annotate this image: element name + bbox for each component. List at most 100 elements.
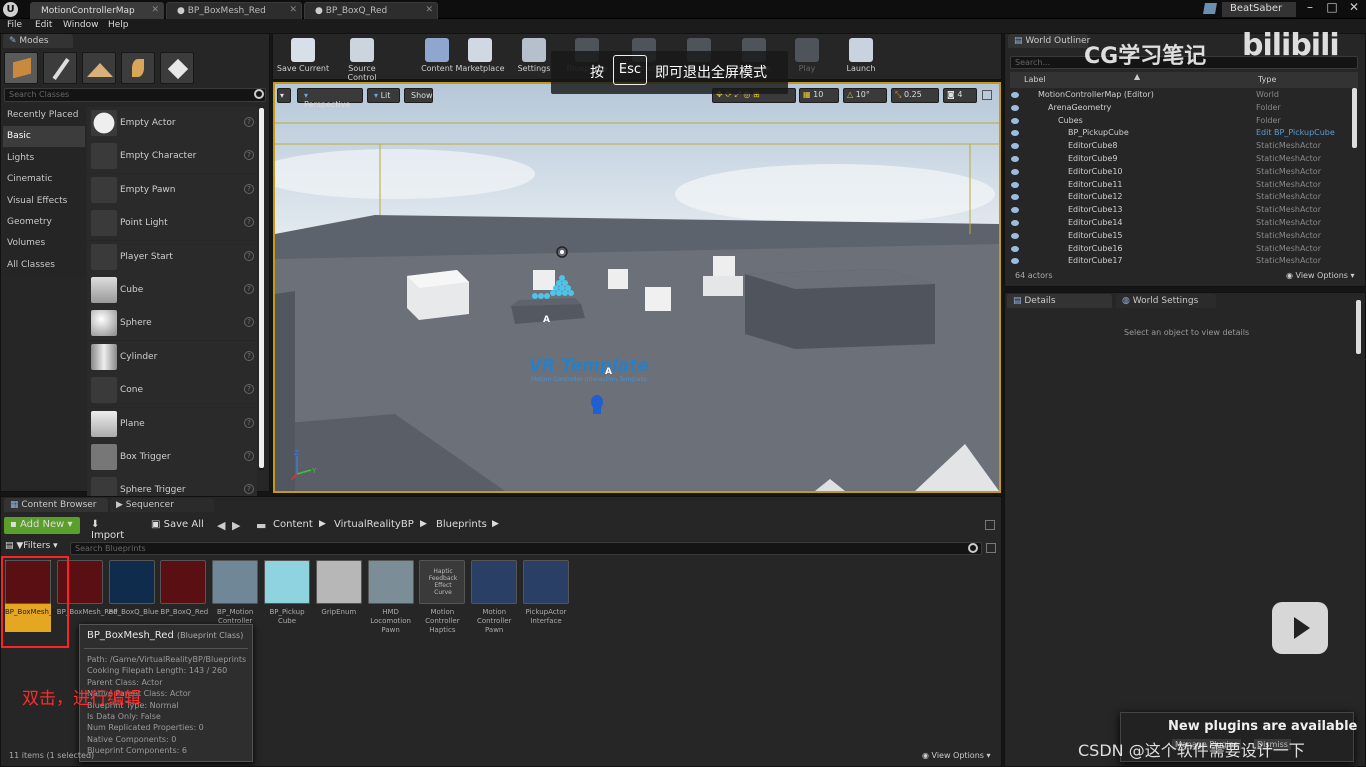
add-new-button[interactable]: ▪ Add New ▾ bbox=[4, 517, 80, 534]
visibility-eye-icon[interactable] bbox=[1011, 232, 1019, 239]
help-icon[interactable]: ? bbox=[244, 451, 254, 461]
category-item[interactable]: Cinematic bbox=[3, 169, 85, 191]
toolbar-button[interactable]: Marketplace bbox=[453, 36, 507, 78]
toolbar-button[interactable]: Launch bbox=[834, 36, 888, 78]
toolbar-button[interactable]: Save Current bbox=[276, 36, 330, 78]
foliage-mode-icon[interactable] bbox=[121, 52, 155, 84]
toolbar-button[interactable]: Play bbox=[780, 36, 834, 78]
help-icon[interactable]: ? bbox=[244, 150, 254, 161]
save-search-icon[interactable] bbox=[986, 543, 996, 553]
close-icon[interactable]: ✕ bbox=[289, 5, 297, 15]
visibility-eye-icon[interactable] bbox=[1011, 104, 1019, 111]
asset-tile[interactable]: HMD Locomotion Pawn bbox=[367, 560, 414, 634]
place-item[interactable]: Empty Pawn? bbox=[87, 173, 257, 207]
category-item[interactable]: All Classes bbox=[3, 254, 85, 276]
asset-tile[interactable]: BP_BoxQ_Blue bbox=[108, 560, 159, 630]
outliner-row[interactable]: MotionControllerMap (Editor) World bbox=[1008, 89, 1360, 102]
help-icon[interactable]: ? bbox=[244, 484, 254, 495]
tab-bp-boxq-red[interactable]: ● BP_BoxQ_Red ✕ bbox=[304, 2, 438, 19]
help-icon[interactable]: ? bbox=[244, 250, 254, 261]
place-item[interactable]: Cone? bbox=[87, 374, 257, 408]
visibility-eye-icon[interactable] bbox=[1011, 194, 1019, 201]
search-classes-input[interactable]: Search Classes bbox=[4, 88, 266, 102]
close-window-button[interactable]: ✕ bbox=[1342, 0, 1366, 17]
visibility-eye-icon[interactable] bbox=[1011, 156, 1019, 162]
viewport-options-button[interactable]: ▾ bbox=[277, 88, 291, 103]
help-icon[interactable]: ? bbox=[244, 284, 254, 294]
visibility-eye-icon[interactable] bbox=[1011, 181, 1019, 188]
menu-help[interactable]: Help bbox=[108, 20, 129, 30]
help-icon[interactable]: ? bbox=[244, 417, 254, 428]
place-mode-icon[interactable] bbox=[4, 52, 38, 84]
close-icon[interactable]: ✕ bbox=[151, 5, 159, 15]
modes-scrollbar[interactable] bbox=[259, 108, 264, 470]
outliner-row[interactable]: EditorCube8 StaticMeshActor bbox=[1008, 140, 1360, 153]
visibility-eye-icon[interactable] bbox=[1011, 258, 1019, 265]
category-item[interactable]: Visual Effects bbox=[3, 190, 85, 212]
outliner-row[interactable]: Cubes Folder bbox=[1008, 115, 1360, 128]
place-item[interactable]: Sphere? bbox=[87, 307, 257, 341]
menu-edit[interactable]: Edit bbox=[35, 20, 52, 30]
place-item[interactable]: Point Light? bbox=[87, 207, 257, 241]
category-item[interactable]: Volumes bbox=[3, 233, 85, 255]
help-icon[interactable]: ? bbox=[244, 217, 254, 228]
lock-icon[interactable] bbox=[985, 520, 995, 530]
help-icon[interactable]: ? bbox=[244, 350, 254, 361]
filters-button[interactable]: ▤ ▼Filters ▾ bbox=[5, 541, 58, 551]
outliner-row[interactable]: EditorCube17 StaticMeshActor bbox=[1008, 255, 1360, 268]
search-blueprints-input[interactable]: Search Blueprints bbox=[70, 542, 982, 555]
import-button[interactable]: ⬇ Import bbox=[85, 517, 141, 541]
category-item[interactable]: Basic bbox=[3, 126, 85, 148]
visibility-eye-icon[interactable] bbox=[1011, 143, 1019, 150]
details-tab[interactable]: ▤ Details bbox=[1007, 294, 1112, 308]
help-icon[interactable]: ? bbox=[244, 183, 254, 194]
outliner-row[interactable]: EditorCube11 StaticMeshActor bbox=[1008, 179, 1360, 192]
back-arrow-icon[interactable]: ◀ bbox=[217, 519, 225, 532]
asset-tile[interactable]: BP_Motion Controller bbox=[212, 560, 259, 630]
cb-view-options[interactable]: ◉ View Options ▾ bbox=[922, 751, 991, 760]
landscape-mode-icon[interactable] bbox=[82, 52, 116, 84]
outliner-row[interactable]: EditorCube16 StaticMeshActor bbox=[1008, 243, 1360, 256]
place-item[interactable]: Box Trigger? bbox=[87, 441, 257, 474]
forward-arrow-icon[interactable]: ▶ bbox=[232, 519, 240, 532]
category-item[interactable]: Geometry bbox=[3, 212, 85, 233]
outliner-row[interactable]: EditorCube12 StaticMeshActor bbox=[1008, 191, 1360, 204]
category-item[interactable]: Recently Placed bbox=[3, 105, 85, 126]
world-outliner-tab[interactable]: ▤ World Outliner bbox=[1008, 34, 1090, 48]
menu-window[interactable]: Window bbox=[63, 20, 99, 30]
help-icon[interactable]: ? bbox=[244, 117, 254, 127]
perspective-button[interactable]: ▾ Perspective bbox=[297, 88, 363, 109]
breadcrumb-content[interactable]: Content bbox=[273, 519, 313, 530]
visibility-eye-icon[interactable] bbox=[1011, 207, 1019, 214]
breadcrumb-virtualrealitybp[interactable]: VirtualRealityBP bbox=[334, 519, 414, 530]
place-item[interactable]: Empty Character? bbox=[87, 140, 257, 174]
show-button[interactable]: Show bbox=[404, 88, 433, 103]
tab-bp-boxmesh-red[interactable]: ● BP_BoxMesh_Red ✕ bbox=[166, 2, 302, 19]
place-item[interactable]: Empty Actor? bbox=[87, 107, 257, 140]
menu-file[interactable]: File bbox=[7, 20, 22, 30]
visibility-eye-icon[interactable] bbox=[1011, 130, 1019, 137]
maximize-button[interactable]: □ bbox=[1320, 0, 1344, 17]
outliner-row[interactable]: ArenaGeometry Folder bbox=[1008, 102, 1360, 115]
minimize-button[interactable]: – bbox=[1298, 0, 1322, 17]
type-column[interactable]: Type bbox=[1258, 75, 1276, 84]
outliner-row[interactable]: EditorCube13 StaticMeshActor bbox=[1008, 204, 1360, 217]
place-item[interactable]: Cube? bbox=[87, 274, 257, 307]
scale-snap-button[interactable]: ⤡ 0.25 bbox=[891, 88, 939, 103]
content-browser-tab[interactable]: ▦ Content Browser bbox=[4, 498, 108, 512]
grid-snap-button[interactable]: ▦ 10 bbox=[799, 88, 839, 103]
details-scrollbar[interactable] bbox=[1356, 300, 1361, 354]
visibility-eye-icon[interactable] bbox=[1011, 117, 1019, 124]
outliner-row[interactable]: BP_PickupCube Edit BP_PickupCube bbox=[1008, 127, 1360, 140]
asset-tile[interactable]: BP_Pickup Cube bbox=[264, 560, 310, 630]
visibility-eye-icon[interactable] bbox=[1011, 92, 1019, 98]
sequencer-tab[interactable]: ▶ Sequencer bbox=[110, 498, 214, 512]
category-item[interactable]: Lights bbox=[3, 147, 85, 169]
save-all-button[interactable]: ▣ Save All bbox=[145, 517, 211, 534]
level-viewport[interactable]: A VR Template Motion Controller Interact… bbox=[273, 82, 1001, 493]
outliner-row[interactable]: EditorCube9 StaticMeshActor bbox=[1008, 153, 1360, 166]
asset-tile[interactable]: Motion Controller Pawn bbox=[471, 560, 518, 634]
outliner-row[interactable]: EditorCube15 StaticMeshActor bbox=[1008, 230, 1360, 243]
toolbar-button[interactable]: Source Control bbox=[335, 36, 389, 82]
visibility-eye-icon[interactable] bbox=[1011, 245, 1019, 252]
